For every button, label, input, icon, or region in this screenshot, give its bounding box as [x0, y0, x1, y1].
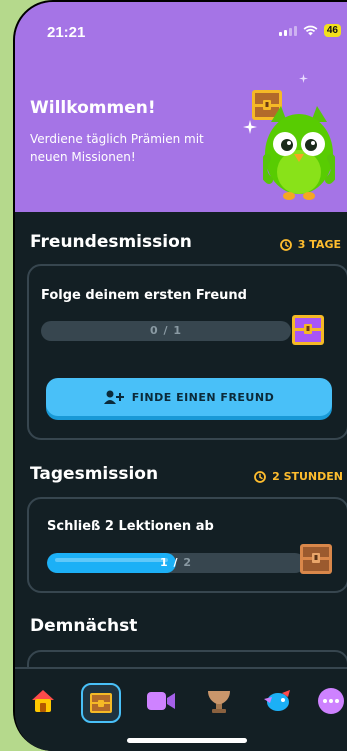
section-title-daily-mission: Tagesmission: [30, 464, 159, 484]
find-friend-label: FINDE EINEN FREUND: [131, 390, 275, 404]
progress-total: 1: [173, 324, 182, 337]
hero-banner: 21:21 46 Willkommen! Verdiene täglich Pr…: [15, 2, 347, 212]
video-call-icon: [147, 692, 175, 710]
home-indicator: [127, 738, 247, 743]
more-icon: [318, 688, 344, 714]
treasure-chest-icon: [292, 315, 324, 345]
clock-icon: [279, 238, 292, 251]
bird-icon: [264, 690, 290, 711]
nav-leagues-icon[interactable]: [201, 683, 237, 719]
quest-label: Folge deinem ersten Freund: [41, 288, 247, 303]
progress-bar: 1 / 2: [47, 553, 305, 573]
quests-chest-icon: [90, 693, 112, 713]
phone-frame: 21:21 46 Willkommen! Verdiene täglich Pr…: [13, 0, 347, 751]
daily-quest-card: Schließ 2 Lektionen ab 1 / 2: [27, 497, 347, 593]
progress-text: 1 / 2: [47, 553, 305, 573]
progress-current: 1: [160, 556, 169, 569]
progress-current: 0: [150, 324, 159, 337]
add-friend-icon: [103, 390, 124, 404]
progress-separator: /: [158, 324, 174, 337]
friend-mission-timer: 3 TAGE: [279, 238, 341, 251]
hero-subtitle: Verdiene täglich Prämien mit neuen Missi…: [30, 132, 204, 164]
timer-text: 2 STUNDEN: [272, 470, 343, 483]
progress-separator: /: [168, 556, 184, 569]
timer-text: 3 TAGE: [297, 238, 341, 251]
status-icons: 46: [278, 24, 341, 37]
home-icon: [32, 690, 54, 712]
daily-mission-timer: 2 STUNDEN: [254, 470, 343, 483]
sparkle-icon: [299, 74, 308, 83]
leagues-icon: [208, 691, 230, 713]
wifi-icon: [303, 25, 318, 36]
owl-mascot-icon: [263, 106, 335, 200]
progress-total: 2: [183, 556, 192, 569]
nav-bird-icon[interactable]: [259, 683, 295, 719]
battery-indicator: 46: [323, 24, 341, 37]
section-title-upcoming: Demnächst: [30, 616, 138, 636]
treasure-chest-icon: [300, 544, 332, 574]
hero-title: Willkommen!: [30, 98, 156, 118]
sparkle-icon: [243, 120, 257, 134]
status-time: 21:21: [47, 24, 86, 41]
nav-video-call-icon[interactable]: [143, 683, 179, 719]
nav-home-icon[interactable]: [25, 683, 61, 719]
progress-bar: 0 / 1: [41, 321, 291, 341]
find-friend-button[interactable]: FINDE EINEN FREUND: [46, 378, 332, 416]
quest-label: Schließ 2 Lektionen ab: [47, 519, 214, 534]
progress-text: 0 / 1: [41, 321, 291, 341]
signal-icon: [278, 25, 297, 36]
bottom-navigation: [15, 667, 347, 751]
nav-quests-icon[interactable]: [81, 683, 121, 723]
nav-more-icon[interactable]: [313, 683, 347, 719]
clock-icon: [254, 470, 266, 483]
friend-quest-card: Folge deinem ersten Freund 0 / 1 FINDE E…: [27, 264, 347, 440]
section-title-friend-mission: Freundesmission: [30, 232, 192, 252]
app-screen: 21:21 46 Willkommen! Verdiene täglich Pr…: [15, 2, 347, 751]
